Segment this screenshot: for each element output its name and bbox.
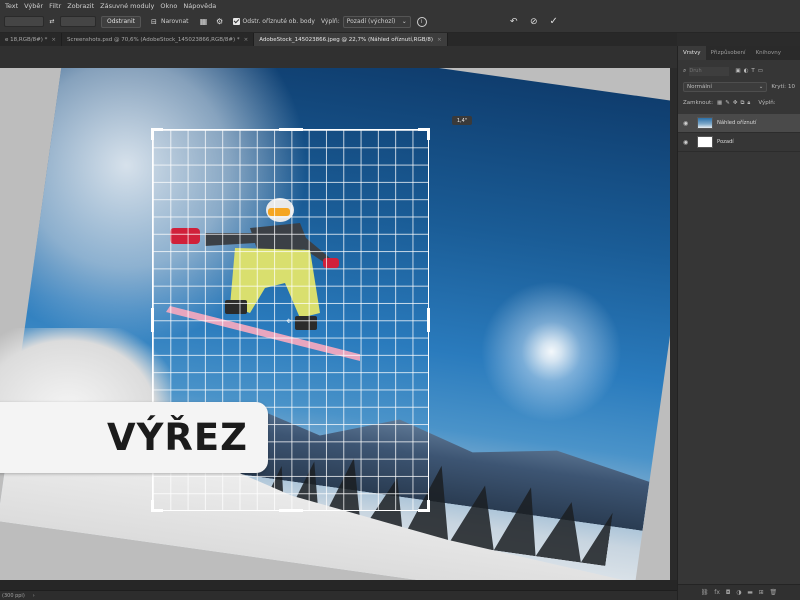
tab-layers[interactable]: Vrstvy: [678, 46, 706, 60]
lock-all-icon[interactable]: 🔒︎: [747, 100, 750, 107]
crop-handle-bottom[interactable]: [279, 509, 303, 512]
chevron-right-icon[interactable]: ›: [33, 593, 35, 599]
fill-dropdown[interactable]: Pozadí (výchozí) ⌄: [342, 15, 411, 28]
opacity-value[interactable]: 10: [788, 84, 795, 90]
horizontal-scrollbar[interactable]: [0, 580, 677, 590]
menu-item-view[interactable]: Zobrazit: [64, 2, 97, 10]
folder-icon[interactable]: ▬: [747, 589, 753, 596]
layers-panel-footer: ⛓ fx ◘ ◑ ▬ ⊞ 🗑︎: [678, 584, 800, 600]
delete-cropped-checkbox[interactable]: [232, 18, 240, 25]
overlay-title: VÝŘEZ: [106, 416, 248, 459]
crosshair-icon[interactable]: ⌖: [286, 316, 292, 327]
layer-search-input[interactable]: [689, 66, 730, 76]
layer-name: Náhled oříznutí: [717, 120, 757, 126]
cancel-icon[interactable]: ⊘: [527, 17, 541, 27]
crop-width-field[interactable]: [4, 16, 44, 27]
title-overlay-card: VÝŘEZ: [0, 402, 268, 473]
eye-icon[interactable]: ◉: [683, 120, 693, 127]
swap-icon[interactable]: ⇄: [44, 18, 60, 25]
layer-crop-preview[interactable]: ◉ Náhled oříznutí: [678, 114, 800, 133]
crop-handle-tl-v[interactable]: [151, 128, 154, 140]
crop-handle-tr-v[interactable]: [427, 128, 430, 140]
options-bar: ⇄ Odstranit ⊟ Narovnat ▦ ⚙ Odstr. oříznu…: [0, 11, 800, 33]
lock-pixels-icon[interactable]: ▦: [717, 100, 722, 106]
eye-icon[interactable]: ◉: [683, 139, 693, 146]
chevron-down-icon: ⌄: [758, 84, 764, 90]
close-icon[interactable]: ×: [437, 37, 442, 43]
tab-adjustments[interactable]: Přizpůsobení: [706, 46, 751, 60]
lock-artboard-icon[interactable]: ⧉: [740, 100, 744, 107]
search-icon: ⌕: [683, 67, 687, 74]
info-icon[interactable]: i: [416, 16, 427, 27]
crop-height-field[interactable]: [60, 16, 96, 27]
menu-item-select[interactable]: Výběr: [21, 2, 46, 10]
filter-pixel-icon[interactable]: ▣: [735, 68, 740, 74]
fill-dropdown-value: Pozadí (výchozí): [346, 18, 396, 25]
blend-mode-dropdown[interactable]: Normální ⌄: [683, 82, 768, 92]
layer-thumbnail: [697, 117, 713, 129]
close-icon[interactable]: ×: [51, 37, 56, 43]
lock-row: Zamknout: ▦ ✎ ✥ ⧉ 🔒︎ Výplň:: [678, 96, 800, 110]
tab-document-adobestock[interactable]: AdobeStock_145023866.jpeg @ 22,7% (Náhle…: [254, 33, 448, 46]
crop-handle-top[interactable]: [279, 128, 303, 131]
menu-item-text[interactable]: Text: [2, 2, 21, 10]
tab-label: AdobeStock_145023866.jpeg @ 22,7% (Náhle…: [259, 36, 434, 43]
new-layer-icon[interactable]: ⊞: [759, 589, 764, 596]
crop-handle-left[interactable]: [151, 308, 154, 332]
fill-label: Výplň:: [758, 100, 776, 106]
menu-item-plugins[interactable]: Zásuvné moduly: [97, 2, 157, 10]
status-bar: (300 ppi) ›: [0, 590, 677, 600]
panel-tabs: Vrstvy Přizpůsobení Knihovny: [678, 46, 800, 60]
link-icon[interactable]: ⛓: [701, 589, 709, 596]
status-info: (300 ppi): [2, 592, 25, 599]
filter-shape-icon[interactable]: ▭: [758, 68, 763, 74]
crop-size-badge: 1,4": [452, 116, 472, 125]
fx-icon[interactable]: fx: [714, 589, 720, 596]
menu-item-filter[interactable]: Filtr: [46, 2, 64, 10]
delete-cropped-label: Odstr. oříznuté ob. body: [242, 18, 315, 25]
straighten-label[interactable]: Narovnat: [161, 18, 189, 25]
tab-document-1[interactable]: e 18,RGB/8#) * ×: [0, 33, 62, 46]
tab-document-screenshots[interactable]: Screenshots.psd @ 70,6% (AdobeStock_1450…: [62, 33, 255, 46]
tab-libraries[interactable]: Knihovny: [751, 46, 786, 60]
adjustment-layer-icon[interactable]: ◑: [736, 589, 741, 596]
lock-draw-icon[interactable]: ✎: [725, 100, 730, 106]
crop-handle-right[interactable]: [427, 308, 430, 332]
blend-mode-value: Normální: [687, 84, 712, 90]
crop-handle-br-v[interactable]: [427, 500, 430, 512]
tab-label: Screenshots.psd @ 70,6% (AdobeStock_1450…: [66, 36, 240, 43]
layers-list: ◉ Náhled oříznutí ◉ Pozadí: [678, 114, 800, 152]
reset-icon[interactable]: ↶: [507, 17, 521, 27]
fill-label: Výplň:: [320, 18, 340, 25]
crop-handle-bl-v[interactable]: [151, 500, 154, 512]
gear-icon[interactable]: ⚙: [213, 17, 227, 26]
chevron-down-icon: ⌄: [401, 18, 407, 25]
document-tab-bar: e 18,RGB/8#) * × Screenshots.psd @ 70,6%…: [0, 33, 677, 46]
mask-icon[interactable]: ◘: [726, 589, 731, 596]
filter-text-icon[interactable]: T: [751, 68, 754, 74]
commit-check-icon[interactable]: ✓: [547, 16, 561, 27]
menu-item-window[interactable]: Okno: [157, 2, 180, 10]
clear-button[interactable]: Odstranit: [101, 15, 141, 28]
menu-item-help[interactable]: Nápověda: [180, 2, 219, 10]
lock-move-icon[interactable]: ✥: [733, 100, 738, 106]
opacity-label: Krytí:: [771, 84, 786, 90]
grid-overlay-icon[interactable]: ▦: [197, 17, 211, 26]
close-icon[interactable]: ×: [244, 37, 249, 43]
layer-thumbnail: [697, 136, 713, 148]
trash-icon[interactable]: 🗑︎: [769, 589, 777, 596]
layer-filter-row: ⌕ ▣ ◐ T ▭: [678, 64, 800, 78]
menu-bar: Text Výběr Filtr Zobrazit Zásuvné moduly…: [0, 0, 800, 11]
blend-row: Normální ⌄ Krytí: 10: [678, 80, 800, 94]
lock-label: Zamknout:: [683, 100, 714, 106]
layer-name: Pozadí: [717, 139, 734, 145]
straighten-icon[interactable]: ⊟: [147, 18, 161, 26]
canvas-top-area: [0, 46, 677, 68]
canvas-gutter: [670, 68, 677, 580]
layers-panel: Vrstvy Přizpůsobení Knihovny ⌕ ▣ ◐ T ▭ N…: [677, 46, 800, 600]
layer-background[interactable]: ◉ Pozadí: [678, 133, 800, 152]
tab-label: e 18,RGB/8#) *: [5, 36, 48, 43]
filter-adjust-icon[interactable]: ◐: [744, 68, 749, 74]
